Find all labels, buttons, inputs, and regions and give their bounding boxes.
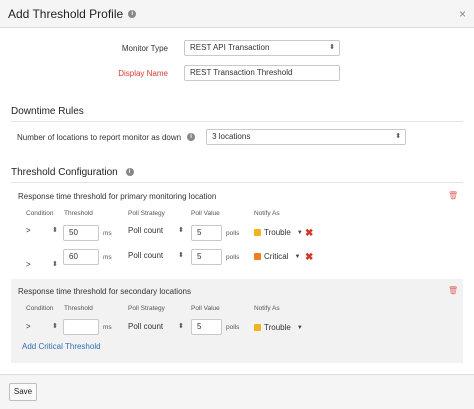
threshold-config-title: Threshold Configuration i	[11, 167, 134, 178]
locations-value: 3 locations	[212, 132, 251, 141]
unit-polls: polls	[226, 253, 240, 261]
select-arrows-icon: ⬍	[329, 44, 335, 51]
downtime-rules-title: Downtime Rules	[11, 106, 84, 117]
display-name-label: Display Name	[118, 68, 168, 78]
caret-down-icon: ▼	[294, 253, 301, 260]
unit-polls: polls	[226, 323, 240, 331]
select-arrows-icon: ⬍	[52, 227, 58, 234]
notify-select[interactable]: Critical ▼	[254, 252, 300, 261]
locations-select[interactable]: 3 locations ⬍	[206, 129, 407, 145]
dialog-header: Add Threshold Profile i	[0, 0, 474, 28]
trouble-swatch	[254, 324, 261, 331]
divider	[11, 121, 463, 122]
threshold-cell: 50 ms	[63, 225, 112, 241]
monitor-type-value: REST API Transaction	[190, 43, 270, 52]
poll-strategy-value: Poll count	[128, 226, 164, 235]
select-arrows-icon: ⬍	[178, 323, 184, 330]
condition-select[interactable]: > ⬍	[26, 322, 58, 331]
col-condition: Condition	[26, 305, 54, 312]
locations-label: Number of locations to report monitor as…	[17, 132, 182, 142]
condition-value: >	[26, 322, 31, 331]
select-arrows-icon: ⬍	[52, 261, 58, 268]
select-arrows-icon: ⬍	[178, 227, 184, 234]
poll-strategy-select[interactable]: Poll count ⬍	[128, 251, 184, 260]
add-critical-threshold-link[interactable]: Add Critical Threshold	[22, 342, 101, 351]
info-icon[interactable]: i	[187, 133, 196, 141]
col-notify-as: Notify As	[254, 210, 280, 217]
info-icon[interactable]: i	[128, 9, 137, 18]
trouble-swatch	[254, 229, 261, 236]
caret-down-icon: ▼	[296, 324, 303, 331]
display-name-input[interactable]: REST Transaction Threshold	[184, 65, 340, 81]
poll-value-input[interactable]: 5	[191, 225, 222, 241]
save-button[interactable]: Save	[9, 383, 37, 401]
threshold-config-label: Threshold Configuration	[11, 167, 118, 178]
caret-down-icon: ▼	[296, 229, 303, 236]
poll-value-cell: 5 polls	[191, 225, 239, 241]
threshold-cell: ms	[63, 319, 112, 335]
secondary-block-title: Response time threshold for secondary lo…	[18, 287, 191, 296]
poll-value-input[interactable]: 5	[191, 319, 222, 335]
col-poll-value: Poll Value	[191, 305, 220, 312]
divider	[11, 182, 463, 183]
delete-icon[interactable]: ✖	[305, 253, 313, 263]
select-arrows-icon: ⬍	[395, 133, 402, 140]
primary-threshold-block: Response time threshold for primary moni…	[11, 184, 463, 272]
notify-select[interactable]: Trouble ▼	[254, 323, 303, 332]
unit-polls: polls	[226, 229, 240, 237]
col-threshold: Threshold	[64, 305, 93, 312]
dialog-title: Add Threshold Profile	[8, 6, 124, 21]
col-notify-as: Notify As	[254, 305, 280, 312]
threshold-cell: 60 ms	[63, 249, 112, 265]
monitor-type-row: Monitor Type REST API Transaction ⬍	[0, 40, 340, 56]
col-threshold: Threshold	[64, 210, 93, 217]
poll-value-cell: 5 polls	[191, 319, 239, 335]
condition-value: >	[26, 226, 31, 235]
trash-icon[interactable]: 🗑	[448, 287, 458, 295]
critical-swatch	[254, 253, 261, 260]
monitor-type-label: Monitor Type	[121, 43, 168, 53]
poll-strategy-value: Poll count	[128, 251, 164, 260]
unit-ms: ms	[103, 253, 112, 261]
unit-ms: ms	[103, 229, 112, 237]
threshold-input[interactable]: 50	[63, 225, 99, 241]
poll-strategy-select[interactable]: Poll count ⬍	[128, 226, 184, 235]
threshold-input[interactable]: 60	[63, 249, 99, 265]
poll-value-input[interactable]: 5	[191, 249, 222, 265]
col-poll-strategy: Poll Strategy	[128, 305, 165, 312]
locations-row: Number of locations to report monitor as…	[17, 129, 407, 145]
close-icon[interactable]: ×	[459, 7, 466, 21]
monitor-type-select[interactable]: REST API Transaction ⬍	[184, 40, 340, 56]
notify-value: Critical	[264, 252, 289, 261]
info-icon[interactable]: i	[125, 168, 134, 177]
dialog-footer: Save	[0, 374, 474, 409]
col-poll-value: Poll Value	[191, 210, 220, 217]
col-condition: Condition	[26, 210, 54, 217]
threshold-input[interactable]	[63, 319, 99, 335]
col-poll-strategy: Poll Strategy	[128, 210, 165, 217]
notify-value: Trouble	[264, 323, 291, 332]
condition-select[interactable]: > ⬍	[26, 226, 58, 235]
poll-strategy-value: Poll count	[128, 322, 164, 331]
condition-value: >	[26, 260, 31, 269]
notify-select[interactable]: Trouble ▼	[254, 228, 303, 237]
unit-ms: ms	[103, 323, 112, 331]
poll-strategy-select[interactable]: Poll count ⬍	[128, 322, 184, 331]
poll-value-cell: 5 polls	[191, 249, 239, 265]
select-arrows-icon: ⬍	[52, 323, 58, 330]
select-arrows-icon: ⬍	[178, 252, 184, 259]
delete-icon[interactable]: ✖	[305, 229, 313, 239]
display-name-row: Display Name REST Transaction Threshold	[0, 65, 340, 81]
trash-icon[interactable]: 🗑	[448, 192, 458, 200]
primary-block-title: Response time threshold for primary moni…	[18, 192, 217, 201]
condition-select[interactable]: > ⬍	[26, 260, 58, 269]
notify-value: Trouble	[264, 228, 291, 237]
